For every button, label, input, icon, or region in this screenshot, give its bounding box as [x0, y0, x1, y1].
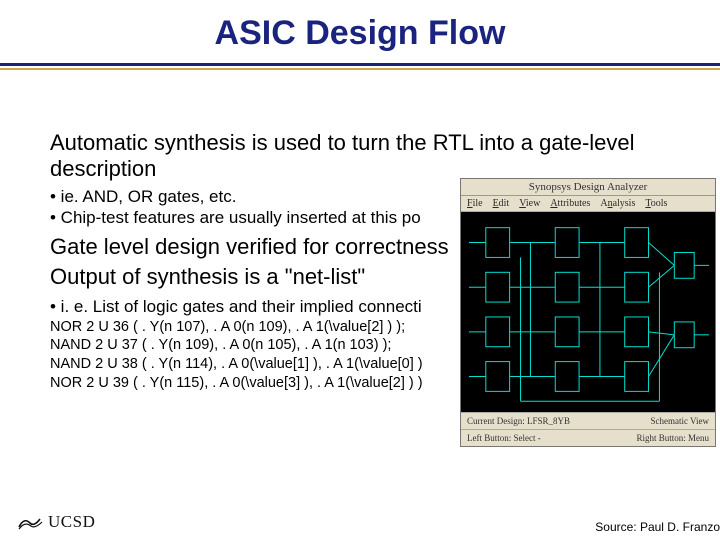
window-toolbar: Current Design: LFSR_8YB Schematic View	[461, 412, 715, 429]
menu-file[interactable]: File	[467, 198, 483, 209]
title-rules	[0, 63, 720, 70]
schematic-canvas[interactable]	[461, 212, 715, 412]
menu-edit[interactable]: Edit	[493, 198, 510, 209]
menu-attributes[interactable]: Attributes	[550, 198, 590, 209]
menu-analysis[interactable]: Analysis	[600, 198, 635, 209]
slide: ASIC Design Flow Automatic synthesis is …	[0, 0, 720, 540]
logo-text: UCSD	[48, 512, 95, 532]
status-right: Right Button: Menu	[636, 433, 709, 443]
menu-tools[interactable]: Tools	[645, 198, 667, 209]
status-left: Left Button: Select -	[467, 433, 541, 443]
wave-icon	[18, 513, 44, 531]
schematic-svg	[461, 212, 715, 412]
window-statusbar: Left Button: Select - Right Button: Menu	[461, 429, 715, 446]
source-credit: Source: Paul D. Franzo	[595, 520, 720, 534]
rule-navy	[0, 63, 720, 66]
title-area: ASIC Design Flow	[0, 0, 720, 70]
paragraph-synthesis: Automatic synthesis is used to turn the …	[50, 130, 690, 182]
toolbar-design-label: Current Design: LFSR_8YB	[467, 416, 570, 426]
synopsys-window: Synopsys Design Analyzer File Edit View …	[460, 178, 716, 447]
menu-view[interactable]: View	[519, 198, 540, 209]
window-menubar: File Edit View Attributes Analysis Tools	[461, 196, 715, 212]
ucsd-logo: UCSD	[18, 512, 95, 532]
rule-gold	[0, 68, 720, 70]
slide-title: ASIC Design Flow	[0, 14, 720, 53]
window-titlebar: Synopsys Design Analyzer	[461, 179, 715, 196]
toolbar-view-label: Schematic View	[650, 416, 709, 426]
